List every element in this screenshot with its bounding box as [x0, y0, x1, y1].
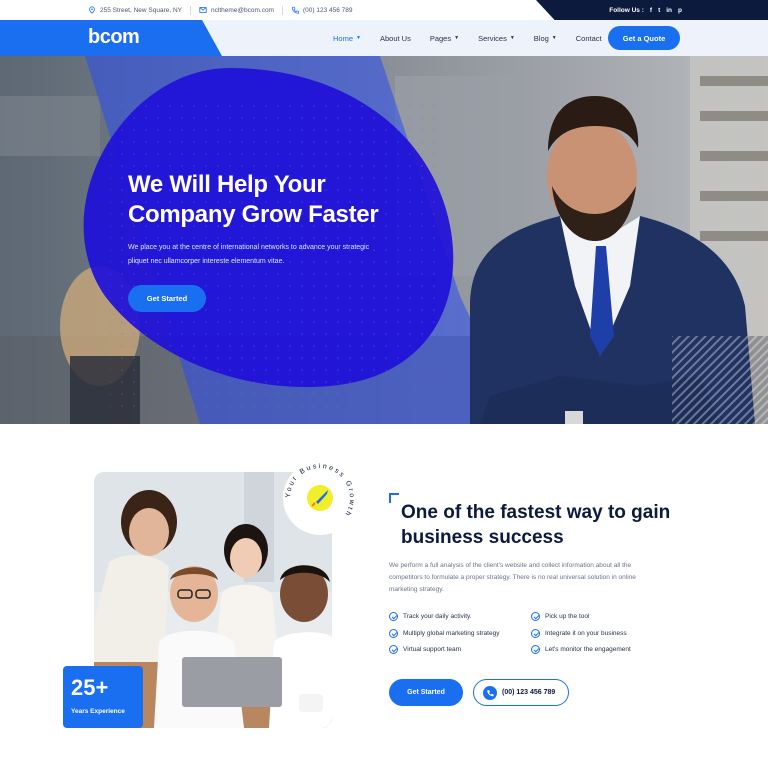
address-item: 255 Street, New Square, NY [88, 6, 182, 14]
check-circle-icon [531, 612, 540, 622]
nav-item-label[interactable]: Contact [576, 34, 602, 43]
nav-item-blog[interactable]: Blog ▼ [534, 34, 557, 43]
feature-item: Virtual support team [389, 645, 531, 655]
feature-item: Pick up the tool [531, 612, 659, 622]
check-circle-icon [389, 645, 398, 655]
feature-list: Track your daily activity. Pick up the t… [389, 612, 659, 655]
hero-get-started-button[interactable]: Get Started [128, 285, 206, 312]
feature-item: Track your daily activity. [389, 612, 531, 622]
feature-label: Track your daily activity. [403, 613, 472, 621]
divider [281, 5, 283, 15]
feature-label: Pick up the tool [545, 613, 590, 621]
chevron-down-icon: ▼ [454, 35, 460, 41]
experience-label: Years Experience [71, 708, 125, 715]
twitter-icon[interactable]: t [658, 7, 660, 14]
hero-description: We place you at the centre of internatio… [128, 244, 370, 265]
top-bar: 255 Street, New Square, NY ncltheme@bcom… [0, 0, 768, 20]
pinterest-icon[interactable]: p [678, 7, 682, 14]
feature-label: Integrate it on your business [545, 629, 627, 637]
linkedin-icon[interactable]: in [666, 7, 672, 14]
nav-item-services[interactable]: Services ▼ [478, 34, 515, 43]
address-text: 255 Street, New Square, NY [100, 6, 183, 14]
rocket-badge: Your Business Growth [283, 461, 357, 535]
envelope-icon [199, 7, 207, 13]
location-pin-icon [89, 6, 95, 14]
nav-item-home[interactable]: Home ▼ [333, 34, 361, 43]
title-corner-decoration [389, 493, 399, 503]
nav-item-contact[interactable]: Contact [576, 34, 602, 43]
get-a-quote-button[interactable]: Get a Quote [608, 26, 680, 50]
logo[interactable]: bcom [88, 26, 140, 49]
phone-item[interactable]: (00) 123 456 789 [291, 6, 353, 14]
feature-item: Let's monitor the engagement [531, 645, 659, 655]
chevron-down-icon: ▼ [356, 35, 361, 41]
nav-item-label[interactable]: Pages [430, 34, 451, 43]
about-description: We perform a full analysis of the client… [389, 562, 636, 593]
feature-label: Multiply global marketing strategy [403, 629, 500, 637]
feature-label: Virtual support team [403, 646, 462, 654]
email-text[interactable]: ncltheme@bcom.com [211, 7, 274, 14]
call-button[interactable]: (00) 123 456 789 [473, 679, 569, 706]
chevron-down-icon: ▼ [551, 35, 557, 41]
nav-item-label[interactable]: Blog [534, 34, 549, 43]
logo-text[interactable]: bcom [88, 26, 140, 49]
phone-text[interactable]: (00) 123 456 789 [303, 7, 353, 14]
follow-label: Follow Us : [609, 6, 644, 14]
check-circle-icon [531, 645, 540, 655]
check-circle-icon [389, 612, 398, 622]
facebook-icon[interactable]: f [650, 7, 652, 14]
phone-icon [483, 685, 497, 700]
nav-item-label[interactable]: About Us [380, 34, 411, 43]
feature-label: Let's monitor the engagement [545, 646, 631, 654]
check-circle-icon [531, 628, 540, 638]
nav-item-pages[interactable]: Pages ▼ [430, 34, 459, 43]
contact-info: 255 Street, New Square, NY ncltheme@bcom… [88, 0, 352, 20]
menu: Home ▼ About Us Pages ▼ Services ▼ Blog ▼ Co… [333, 20, 602, 56]
nav-item-about-us[interactable]: About Us [380, 34, 411, 43]
nav-item-label[interactable]: Home [333, 34, 353, 43]
follow-us-bar: Follow Us : f t in p [536, 0, 768, 20]
about-title: One of the fastest way to gain business … [401, 502, 671, 548]
hero-title: We Will Help Your Company Grow Faster [128, 171, 379, 228]
nav-item-label[interactable]: Services [478, 34, 507, 43]
chevron-down-icon: ▼ [509, 35, 515, 41]
experience-number: 25+ [71, 675, 109, 700]
call-button-label[interactable]: (00) 123 456 789 [502, 689, 555, 696]
check-circle-icon [389, 628, 398, 638]
feature-item: Multiply global marketing strategy [389, 628, 531, 639]
experience-card: 25+ Years Experience [63, 666, 143, 728]
email-item[interactable]: ncltheme@bcom.com [199, 6, 274, 14]
hero-background-image [0, 56, 768, 424]
hero-section: We Will Help Your Company Grow Faster We… [0, 56, 768, 424]
divider [190, 5, 192, 15]
phone-icon [291, 6, 299, 14]
about-get-started-button[interactable]: Get Started [389, 679, 463, 706]
feature-item: Integrate it on your business [531, 628, 659, 639]
